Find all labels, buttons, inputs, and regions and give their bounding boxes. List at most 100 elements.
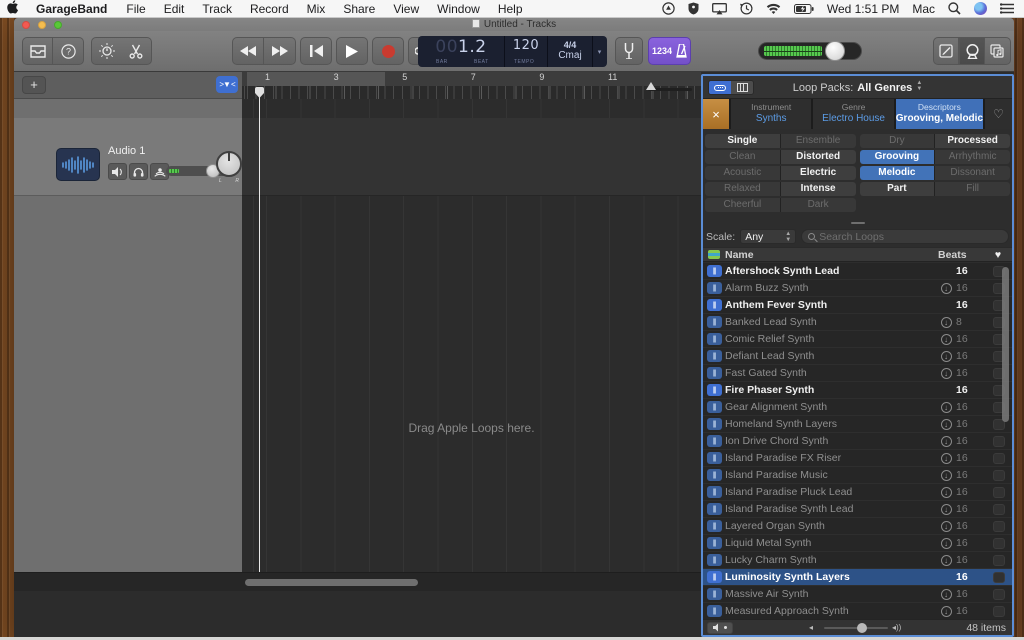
loop-row[interactable]: ||| Island Paradise Music ↓ 16 — [703, 467, 1012, 484]
arrange-area[interactable]: Drag Apple Loops here. — [242, 99, 701, 572]
download-cell[interactable]: ↓ — [936, 520, 956, 532]
descriptor-button-acoustic[interactable]: Acoustic — [705, 166, 780, 180]
button-view-toggle[interactable] — [709, 81, 731, 94]
loop-type-column-icon[interactable] — [703, 250, 725, 259]
loop-row[interactable]: ||| Layered Organ Synth ↓ 16 — [703, 518, 1012, 535]
record-button[interactable] — [372, 37, 404, 65]
favorite-checkbox[interactable] — [993, 605, 1005, 617]
loop-row[interactable]: ||| Island Paradise Pluck Lead ↓ 16 — [703, 484, 1012, 501]
download-icon[interactable]: ↓ — [940, 435, 952, 447]
preview-speaker-button[interactable] — [707, 621, 733, 634]
favorite-cell[interactable] — [986, 571, 1012, 583]
timeline-ruler[interactable]: 1 3 5 7 9 11 — [242, 72, 701, 99]
download-icon[interactable]: ↓ — [940, 316, 952, 328]
loop-row[interactable]: ||| Aftershock Synth Lead ↓ 16 — [703, 263, 1012, 280]
fit-tracks-button[interactable]: >▼< — [216, 76, 238, 93]
download-cell[interactable]: ↓ — [936, 418, 956, 430]
download-icon[interactable]: ↓ — [940, 282, 952, 294]
descriptor-button-single[interactable]: Single — [705, 134, 780, 148]
panel-resize-handle[interactable] — [851, 222, 865, 224]
count-in-metronome-button[interactable]: 1234 — [648, 37, 691, 65]
descriptor-button-grooving[interactable]: Grooving — [859, 150, 935, 164]
favorite-checkbox[interactable] — [993, 486, 1005, 498]
title-bar[interactable]: Untitled - Tracks — [14, 18, 1014, 31]
horizontal-zoom-handle[interactable] — [646, 82, 656, 90]
favorite-checkbox[interactable] — [993, 554, 1005, 566]
favorite-cell[interactable] — [986, 537, 1012, 549]
download-icon[interactable]: ↓ — [940, 503, 952, 515]
download-icon[interactable]: ↓ — [940, 537, 952, 549]
preview-volume-thumb[interactable] — [857, 623, 867, 633]
download-cell[interactable]: ↓ — [936, 588, 956, 600]
download-cell[interactable]: ↓ — [936, 435, 956, 447]
favorite-cell[interactable] — [986, 503, 1012, 515]
track-lane-audio1[interactable] — [242, 118, 701, 196]
download-icon[interactable]: ↓ — [940, 418, 952, 430]
download-cell[interactable]: ↓ — [936, 486, 956, 498]
descriptor-button-electric[interactable]: Electric — [780, 166, 856, 180]
download-cell[interactable]: ↓ — [936, 537, 956, 549]
descriptor-button-clean[interactable]: Clean — [705, 150, 780, 164]
download-spinner-icon[interactable] — [993, 571, 1005, 583]
search-loops-field[interactable]: Search Loops — [801, 229, 1009, 244]
favorite-cell[interactable] — [986, 435, 1012, 447]
loop-row[interactable]: ||| Gear Alignment Synth ↓ 16 — [703, 399, 1012, 416]
download-icon[interactable]: ↓ — [940, 486, 952, 498]
library-toggle-button[interactable] — [22, 37, 53, 65]
download-cell[interactable]: ↓ — [936, 350, 956, 362]
beats-column-header[interactable]: Beats — [938, 249, 984, 261]
menu-item-mix[interactable]: Mix — [298, 0, 335, 18]
menu-item-share[interactable]: Share — [334, 0, 384, 18]
favorite-cell[interactable] — [986, 469, 1012, 481]
descriptor-button-melodic[interactable]: Melodic — [859, 166, 935, 180]
favorite-cell[interactable] — [986, 452, 1012, 464]
filter-tab-descriptors[interactable]: Descriptors Grooving, Melodic — [895, 99, 984, 129]
quick-help-button[interactable]: ? — [53, 37, 84, 65]
play-button[interactable] — [336, 37, 368, 65]
favorites-filter-button[interactable]: ♡ — [985, 99, 1013, 129]
download-cell[interactable]: ↓ — [936, 282, 956, 294]
mute-button[interactable] — [108, 163, 127, 180]
airplay-display-icon[interactable] — [711, 2, 727, 15]
download-cell[interactable]: ↓ — [936, 401, 956, 413]
filter-tab-genre[interactable]: Genre Electro House — [813, 99, 894, 129]
loop-row[interactable]: ||| Anthem Fever Synth ↓ 16 — [703, 297, 1012, 314]
favorite-checkbox[interactable] — [993, 503, 1005, 515]
descriptor-button-distorted[interactable]: Distorted — [780, 150, 856, 164]
tuner-button[interactable] — [615, 37, 643, 65]
menu-item-view[interactable]: View — [384, 0, 428, 18]
descriptor-button-dissonant[interactable]: Dissonant — [935, 166, 1010, 180]
download-icon[interactable]: ↓ — [940, 605, 952, 617]
reset-filters-button[interactable]: × — [703, 99, 729, 129]
favorite-checkbox[interactable] — [993, 520, 1005, 532]
editors-button[interactable] — [121, 37, 152, 65]
descriptor-button-ensemble[interactable]: Ensemble — [780, 134, 856, 148]
lcd-mode-chevron-icon[interactable]: ▾ — [592, 36, 606, 67]
download-cell[interactable]: ↓ — [936, 469, 956, 481]
download-icon[interactable]: ↓ — [940, 350, 952, 362]
siri-icon[interactable] — [974, 2, 987, 15]
menubar-clock[interactable]: Wed 1:51 PM — [827, 2, 899, 16]
download-icon[interactable]: ↓ — [940, 452, 952, 464]
download-cell[interactable]: ↓ — [936, 503, 956, 515]
name-column-header[interactable]: Name — [725, 249, 938, 261]
horizontal-scrollbar-thumb[interactable] — [245, 579, 418, 586]
favorite-cell[interactable] — [986, 605, 1012, 617]
download-icon[interactable]: ↓ — [940, 554, 952, 566]
favorite-checkbox[interactable] — [993, 537, 1005, 549]
descriptor-button-cheerful[interactable]: Cheerful — [705, 198, 780, 212]
loop-row[interactable]: ||| Massive Air Synth ↓ 16 — [703, 586, 1012, 603]
fast-forward-button[interactable] — [264, 37, 296, 65]
loop-row[interactable]: ||| Luminosity Synth Layers ↓ 16 — [703, 569, 1012, 586]
download-cell[interactable]: ↓ — [936, 554, 956, 566]
go-to-beginning-button[interactable] — [300, 37, 332, 65]
descriptor-button-arrhythmic[interactable]: Arrhythmic — [935, 150, 1010, 164]
loop-list-scrollbar-thumb[interactable] — [1002, 267, 1009, 422]
loop-row[interactable]: ||| Island Paradise FX Riser ↓ 16 — [703, 450, 1012, 467]
lcd-display[interactable]: 001.2 BAR BEAT 120 TEMPO 4/4 Cmaj ▾ — [418, 36, 607, 67]
menu-item-help[interactable]: Help — [489, 0, 532, 18]
descriptor-button-fill[interactable]: Fill — [935, 182, 1010, 196]
add-track-button[interactable]: + — [22, 76, 46, 94]
descriptor-button-dark[interactable]: Dark — [780, 198, 856, 212]
download-icon[interactable]: ↓ — [940, 367, 952, 379]
